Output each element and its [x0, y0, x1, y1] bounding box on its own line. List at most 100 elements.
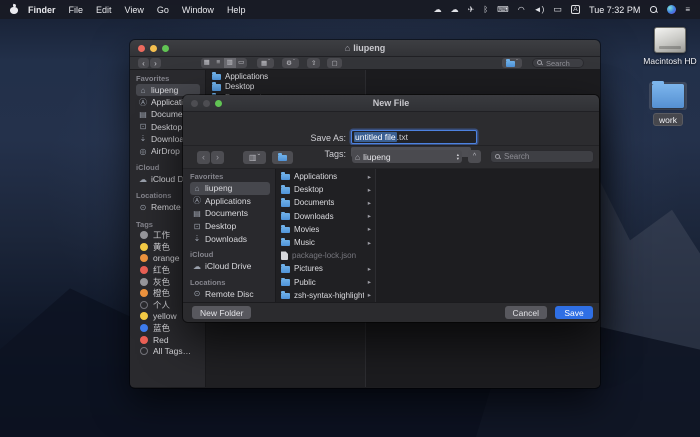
file-row[interactable]: Music ▸	[276, 236, 375, 249]
chevron-down-icon: ˇ	[268, 60, 270, 66]
dialog-sidebar-item[interactable]: ⌂ liupeng	[190, 182, 270, 195]
file-icon	[281, 187, 290, 194]
dialog-sidebar-item[interactable]: ⊡ Desktop	[190, 220, 270, 233]
menu-item[interactable]: Help	[227, 5, 246, 15]
file-name: Desktop	[225, 82, 254, 91]
folder-actions-button[interactable]: ˇ	[502, 58, 522, 68]
input-source-icon[interactable]: A	[571, 5, 580, 14]
search-input[interactable]	[546, 59, 580, 68]
tag-label: 黄色	[153, 241, 170, 253]
disclosure-arrow: ▸	[368, 173, 371, 181]
cancel-button[interactable]: Cancel	[505, 306, 547, 319]
icloud-drive-icon: ☁	[138, 175, 148, 184]
sidebar-item-label: liupeng	[151, 85, 178, 95]
apple-menu-icon[interactable]	[10, 5, 18, 14]
dialog-sidebar-item[interactable]: Ⓐ Applications	[190, 195, 270, 208]
dialog-titlebar[interactable]: New File	[183, 95, 599, 112]
finder-titlebar[interactable]: ⌂ liupeng	[130, 40, 600, 57]
input-cloud-icon[interactable]: ☁	[434, 5, 442, 14]
tag-color-dot	[140, 301, 148, 309]
menu-item[interactable]: File	[69, 5, 84, 15]
wifi-icon[interactable]: ◠	[518, 5, 525, 14]
dialog-empty-column	[376, 169, 599, 303]
back-button[interactable]: ‹	[138, 58, 149, 68]
dialog-search-input[interactable]	[504, 152, 590, 161]
dialog-search-field[interactable]	[490, 150, 594, 163]
file-row[interactable]: Pictures ▸	[276, 262, 375, 275]
menu-item[interactable]: Edit	[96, 5, 112, 15]
file-row[interactable]: Documents ▸	[276, 196, 375, 209]
close-button[interactable]	[138, 45, 145, 52]
forward-button[interactable]: ›	[150, 58, 161, 68]
file-row[interactable]: zsh-syntax-highlighting ▸	[276, 289, 375, 302]
zoom-button[interactable]	[162, 45, 169, 52]
notification-center-icon[interactable]: ≡	[685, 5, 690, 14]
tag-item[interactable]: All Tags…	[136, 345, 200, 357]
forward-button[interactable]: ›	[211, 151, 224, 164]
gallery-view-segment[interactable]: ▭	[236, 58, 248, 68]
file-icon	[281, 279, 290, 286]
cloud-icon[interactable]: ☁	[451, 5, 459, 14]
tag-button[interactable]: ▢	[327, 58, 341, 68]
menu-item[interactable]: View	[125, 5, 144, 15]
filename-field[interactable]: untitled file .txt	[351, 130, 477, 144]
tag-item[interactable]: 蓝色	[136, 322, 200, 334]
chevron-down-icon: ˇ	[516, 60, 518, 66]
tag-item[interactable]: Red	[136, 334, 200, 346]
desktop-icon-work[interactable]: work	[636, 82, 700, 126]
desktop-icon-macintosh-hd[interactable]: Macintosh HD	[638, 27, 700, 66]
step-down-icon: ▾	[457, 157, 459, 161]
menu-item[interactable]: Finder	[28, 5, 56, 15]
file-name: Downloads	[294, 212, 334, 221]
group-button[interactable]: ▦ ˇ	[257, 58, 274, 68]
dialog-sidebar-item[interactable]: ⇣ Downloads	[190, 232, 270, 245]
new-folder-button[interactable]: New Folder	[192, 306, 251, 319]
save-button[interactable]: Save	[555, 306, 593, 319]
column-view-segment[interactable]: ▥	[224, 58, 236, 68]
file-row[interactable]: package-lock.json	[276, 249, 375, 262]
file-name: Applications	[294, 172, 337, 181]
nav-buttons: ‹ ›	[138, 58, 161, 68]
menu-item[interactable]: Window	[182, 5, 214, 15]
file-row[interactable]: Public ▸	[276, 276, 375, 289]
file-icon	[281, 240, 290, 247]
minimize-button[interactable]	[150, 45, 157, 52]
dialog-sidebar-item[interactable]: ☁ iCloud Drive	[190, 260, 270, 273]
tag-color-dot	[140, 278, 148, 286]
column-view-button[interactable]: ▥ ˇ	[243, 151, 266, 164]
siri-icon[interactable]	[667, 5, 676, 14]
share-button[interactable]: ⇧	[307, 58, 320, 68]
search-icon	[494, 153, 501, 160]
file-row[interactable]: Downloads ▸	[276, 210, 375, 223]
spotlight-icon[interactable]	[649, 5, 658, 14]
menu-clock[interactable]: Tue 7:32 PM	[589, 5, 640, 15]
file-row[interactable]: Movies ▸	[276, 223, 375, 236]
search-field[interactable]	[532, 58, 584, 68]
sidebar-item-label: Remote Disc	[205, 289, 254, 299]
new-folder-icon-button[interactable]	[272, 151, 293, 164]
dialog-sidebar-item[interactable]: ▤ Documents	[190, 207, 270, 220]
tag-label: 工作	[153, 230, 170, 242]
volume-icon[interactable]: ◄)	[534, 5, 545, 14]
file-row[interactable]: Desktop ▸	[276, 183, 375, 196]
icon-view-segment[interactable]: ▦	[201, 58, 213, 68]
collapse-sheet-button[interactable]: ^	[468, 150, 481, 163]
location-arrow-icon[interactable]: ✈	[468, 5, 475, 14]
menu-item[interactable]: Go	[157, 5, 169, 15]
menu-bar: Finder File Edit View Go Window Help ☁ ☁ ✈ ᛒ ⌨ ◠ ◄) ▭…	[0, 0, 700, 19]
desktop-icon: ⊡	[138, 122, 148, 131]
location-popup[interactable]: ⌂ liupeng ▴ ▾	[352, 150, 462, 163]
bluetooth-icon[interactable]: ᛒ	[483, 5, 488, 14]
location-popup-label: liupeng	[363, 152, 390, 162]
gear-icon: ⚙	[286, 59, 292, 67]
zoom-button[interactable]	[215, 100, 222, 107]
dialog-sidebar-item[interactable]: ⊙ Remote Disc	[190, 288, 270, 301]
back-button[interactable]: ‹	[197, 151, 210, 164]
window-title: ⌂ liupeng	[130, 43, 600, 53]
list-view-segment[interactable]: ≡	[213, 58, 225, 68]
tag-color-dot	[140, 266, 148, 274]
keyboard-icon[interactable]: ⌨	[497, 5, 509, 14]
battery-icon[interactable]: ▭	[553, 5, 562, 14]
file-row[interactable]: Applications ▸	[276, 170, 375, 183]
action-button[interactable]: ⚙ ˇ	[282, 58, 299, 68]
